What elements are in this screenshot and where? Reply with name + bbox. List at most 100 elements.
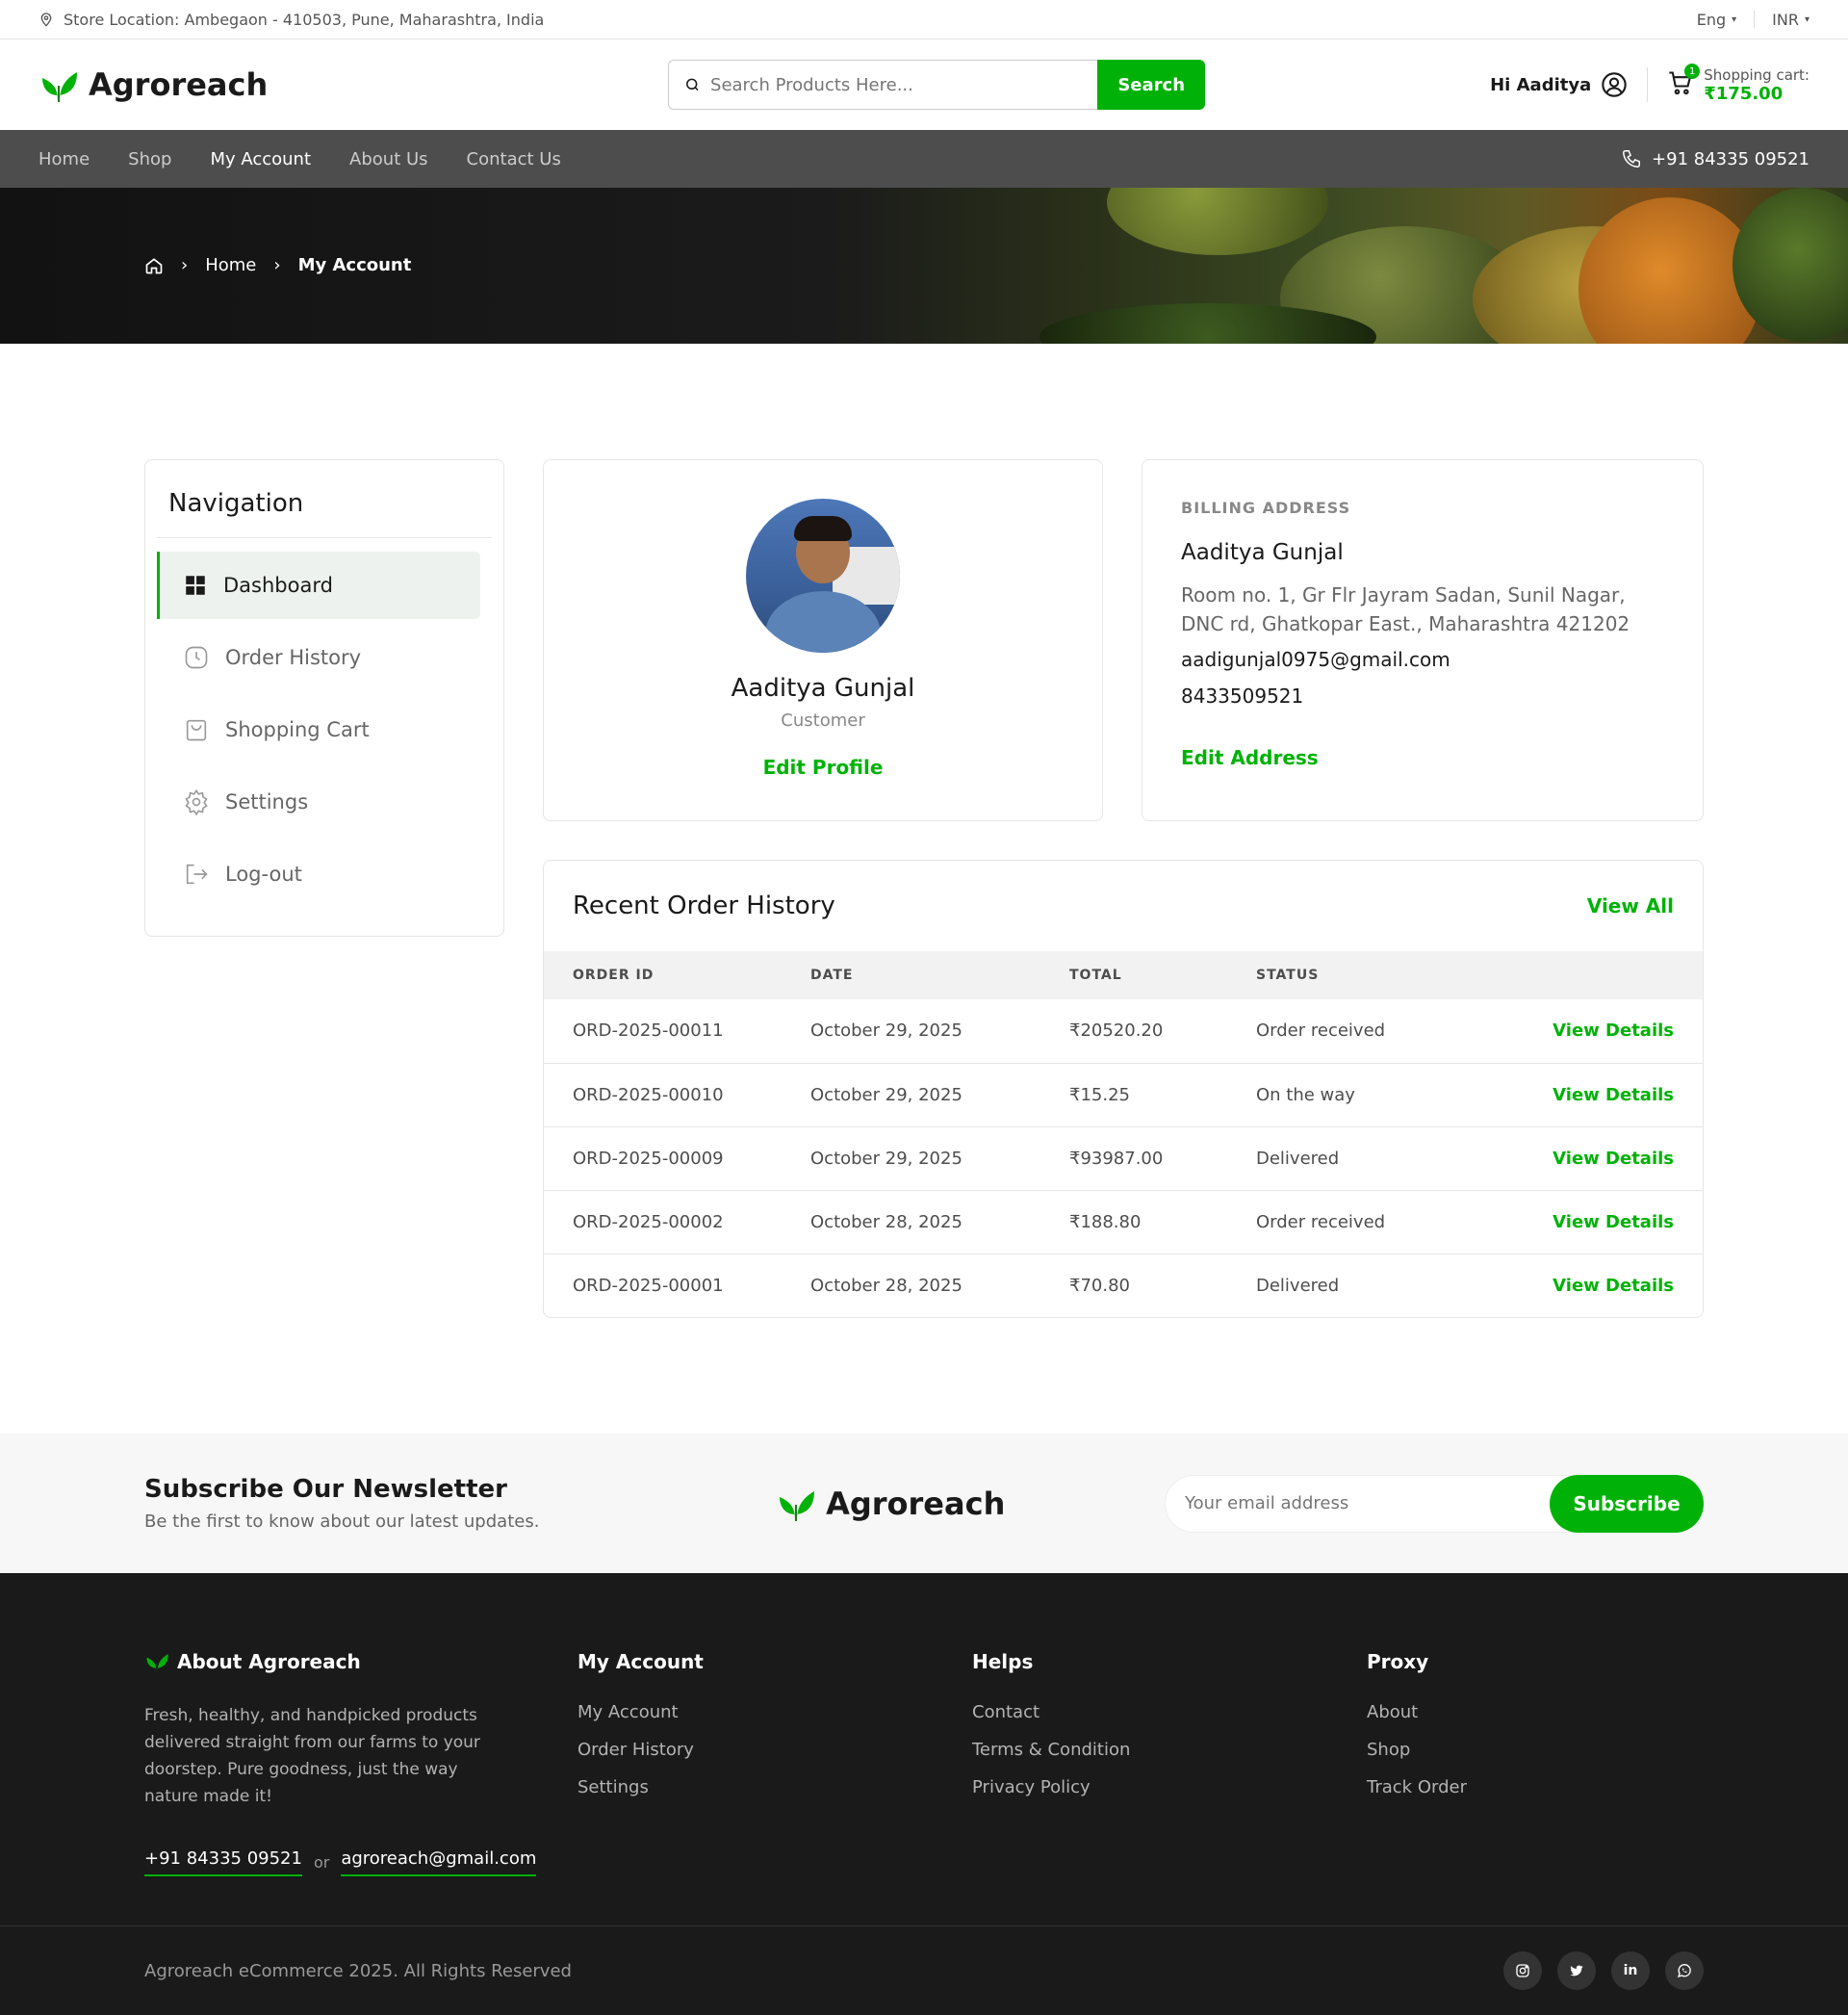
gear-icon [185,788,208,815]
billing-email: aadigunjal0975@gmail.com [1181,648,1450,671]
nav-contact-us[interactable]: Contact Us [467,149,561,169]
sidebar-item-shopping-cart[interactable]: Shopping Cart [157,696,480,763]
instagram-icon[interactable] [1503,1951,1542,1990]
footer-link[interactable]: Terms & Condition [972,1740,1367,1760]
footer-link[interactable]: About [1367,1702,1656,1722]
footer-column-title: Proxy [1367,1650,1429,1673]
order-id: ORD-2025-00011 [544,999,810,1064]
main-nav: Home Shop My Account About Us Contact Us… [0,130,1848,188]
nav-shop[interactable]: Shop [128,149,171,169]
divider [1754,11,1756,28]
table-row: ORD-2025-00009 October 29, 2025 ₹93987.0… [544,1126,1703,1191]
edit-address-link[interactable]: Edit Address [1181,746,1319,769]
chevron-right-icon: › [181,255,189,275]
currency-select[interactable]: INR ▾ [1772,11,1810,29]
view-details-link[interactable]: View Details [1462,999,1703,1064]
order-status: Delivered [1256,1275,1340,1296]
newsletter-email-input[interactable] [1164,1474,1578,1533]
copyright-text: Agroreach eCommerce 2025. All Rights Res… [144,1960,572,1981]
sidebar-item-label: Log-out [225,863,302,886]
dashboard-icon [186,576,205,595]
footer-link[interactable]: Contact [972,1702,1367,1722]
brand-name: Agroreach [826,1485,1006,1522]
footer-phone-link[interactable]: +91 84335 09521 [144,1848,302,1876]
table-row: ORD-2025-00011 October 29, 2025 ₹20520.2… [544,999,1703,1064]
linkedin-icon[interactable]: in [1611,1951,1650,1990]
order-id: ORD-2025-00001 [573,1275,724,1296]
newsletter-section: Subscribe Our Newsletter Be the first to… [0,1434,1848,1573]
view-details-link[interactable]: View Details [1462,1063,1703,1127]
breadcrumb-home[interactable]: Home [205,255,256,275]
brand-logo[interactable]: Agroreach [38,66,268,103]
sidebar-item-dashboard[interactable]: Dashboard [157,552,480,619]
search-button[interactable]: Search [1097,60,1206,110]
nav-phone[interactable]: +91 84335 09521 [1621,148,1810,169]
footer-about-text: Fresh, healthy, and handpicked products … [144,1706,480,1806]
footer-link[interactable]: Shop [1367,1740,1656,1760]
search-input[interactable] [710,74,1083,95]
view-details-link[interactable]: View Details [1462,1190,1703,1254]
footer-link[interactable]: Privacy Policy [972,1777,1367,1797]
order-date: October 28, 2025 [810,1190,1069,1254]
order-status: On the way [1256,1063,1463,1127]
view-details-link[interactable]: View Details [1462,1126,1703,1191]
view-details-link[interactable]: View Details [1463,1253,1703,1317]
footer-bottom: Agroreach eCommerce 2025. All Rights Res… [0,1925,1848,2015]
nav-home[interactable]: Home [38,149,90,169]
footer-helps-column: Helps Contact Terms & Condition Privacy … [972,1650,1367,1925]
language-select[interactable]: Eng ▾ [1697,11,1736,29]
twitter-icon[interactable] [1557,1951,1596,1990]
leaf-logo-icon [780,1490,815,1521]
newsletter-brand-logo[interactable]: Agroreach [776,1485,1005,1522]
view-all-link[interactable]: View All [1587,894,1674,917]
order-status: Order received [1256,999,1463,1064]
order-id: ORD-2025-00010 [544,1063,810,1127]
footer-link[interactable]: Settings [578,1777,972,1797]
order-total: ₹188.80 [1069,1190,1256,1254]
table-row: ORD-2025-00010 October 29, 2025 ₹15.25 O… [544,1063,1703,1127]
order-id: ORD-2025-00009 [544,1126,810,1191]
column-header: STATUS [1256,968,1320,983]
footer-about-title: About Agroreach [144,1650,578,1673]
footer-link[interactable]: My Account [578,1702,972,1722]
home-icon[interactable] [144,256,164,275]
user-greeting: Hi Aaditya [1490,74,1592,95]
column-header: DATE [810,968,854,983]
table-header-row: ORDER ID DATE TOTAL STATUS [544,951,1703,999]
social-links: in [1503,1951,1704,1990]
nav-about-us[interactable]: About Us [349,149,428,169]
footer-link[interactable]: Order History [578,1740,972,1760]
avatar [746,499,900,653]
billing-address: Room no. 1, Gr Flr Jayram Sadan, Sunil N… [1181,583,1630,635]
billing-name: Aaditya Gunjal [1181,540,1344,565]
phone-icon [1623,150,1641,168]
footer-link[interactable]: Track Order [1367,1777,1656,1797]
currency-value: INR [1772,10,1799,29]
divider [1647,67,1649,102]
search-icon [686,78,699,91]
header: Agroreach Search Hi Aaditya 1 Shopping c… [0,39,1848,130]
edit-profile-link[interactable]: Edit Profile [763,756,884,779]
chevron-right-icon: › [273,255,281,275]
sidebar-item-settings[interactable]: Settings [157,768,480,836]
account-sidebar: Navigation Dashboard Order History Shopp… [144,459,504,937]
subscribe-button[interactable]: Subscribe [1549,1474,1704,1533]
footer-about: About Agroreach Fresh, healthy, and hand… [144,1650,578,1925]
nav-my-account[interactable]: My Account [210,149,311,169]
order-total: ₹15.25 [1069,1063,1256,1127]
whatsapp-icon[interactable] [1665,1951,1704,1990]
cart-summary[interactable]: 1 Shopping cart: ₹175.00 [1667,64,1810,104]
footer-my-account-column: My Account My Account Order History Sett… [578,1650,972,1925]
breadcrumb-current: My Account [297,255,412,275]
sidebar-item-logout[interactable]: Log-out [157,840,480,908]
newsletter-form: Subscribe [1164,1474,1704,1533]
sidebar-title: Navigation [157,489,492,538]
brand-name: Agroreach [89,66,269,103]
sidebar-item-label: Settings [225,790,309,814]
nav-phone-number: +91 84335 09521 [1652,148,1810,169]
footer-email-link[interactable]: agroreach@gmail.com [341,1848,537,1876]
sidebar-item-order-history[interactable]: Order History [157,624,480,691]
language-value: Eng [1696,10,1727,29]
user-account[interactable]: Hi Aaditya [1490,71,1628,98]
footer-proxy-column: Proxy About Shop Track Order [1367,1650,1656,1925]
